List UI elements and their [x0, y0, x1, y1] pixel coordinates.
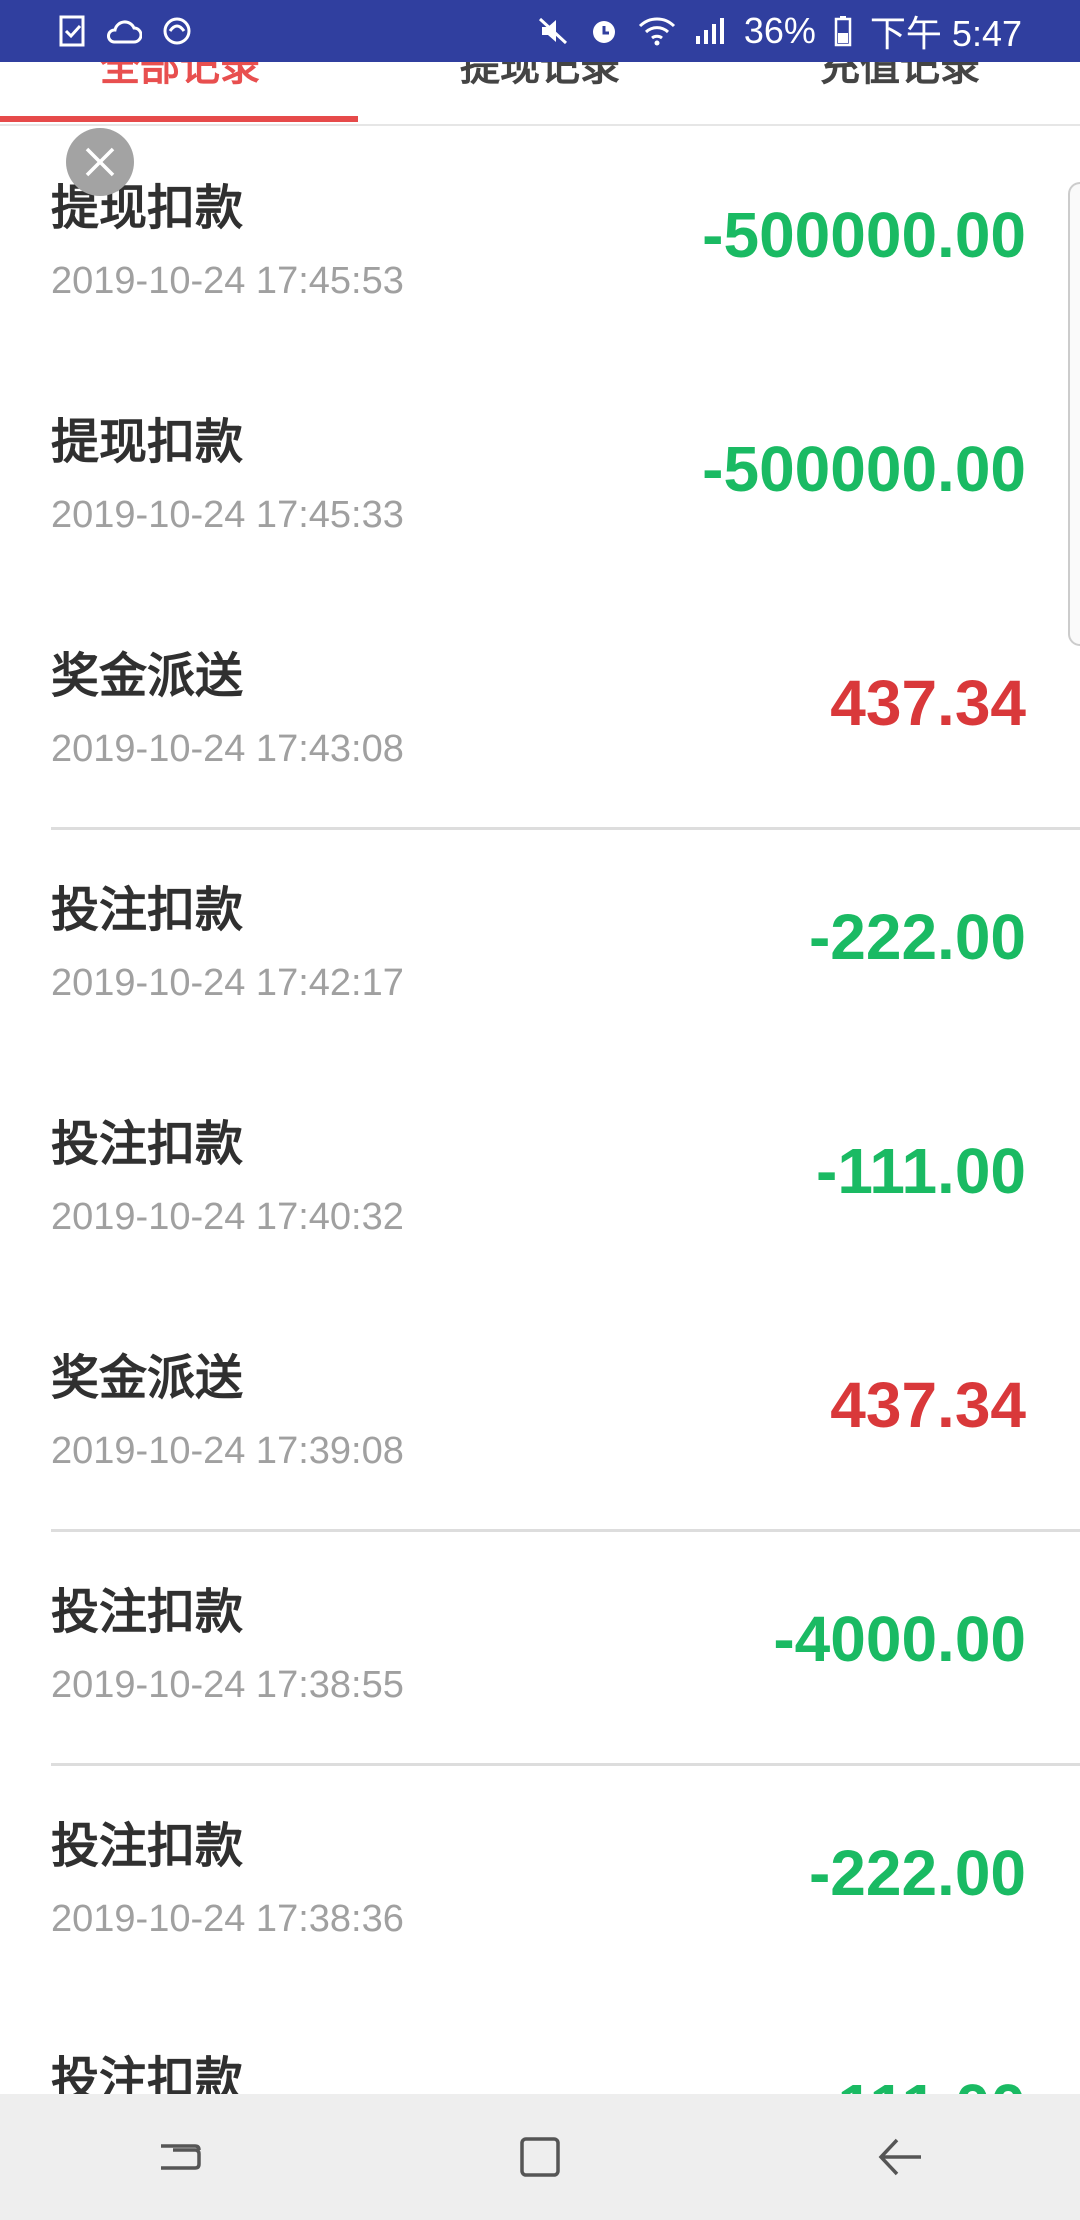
record-time: 2019-10-24 17:38:36 — [51, 1898, 404, 1940]
signal-icon — [694, 16, 726, 46]
record-row[interactable]: 投注扣款 -111.00 — [0, 2000, 1080, 2094]
record-amount: -500000.00 — [702, 199, 1026, 271]
record-amount: -500000.00 — [702, 433, 1026, 505]
record-title: 奖金派送 — [51, 1350, 244, 1406]
weather-icon — [106, 16, 142, 46]
record-row[interactable]: 投注扣款 2019-10-24 17:40:32 -111.00 — [0, 1064, 1080, 1298]
record-time: 2019-10-24 17:45:53 — [51, 260, 404, 302]
wifi-icon — [638, 16, 676, 46]
navigation-bar — [0, 2094, 1080, 2220]
tab-withdraw-records[interactable]: 提现记录 — [360, 62, 720, 96]
record-amount: 437.34 — [830, 1369, 1026, 1441]
recent-apps-button[interactable] — [120, 2107, 240, 2207]
app-notification-icon — [160, 14, 194, 48]
mute-icon — [538, 15, 570, 47]
record-row[interactable]: 奖金派送 2019-10-24 17:43:08 437.34 — [0, 596, 1080, 830]
record-row[interactable]: 投注扣款 2019-10-24 17:42:17 -222.00 — [0, 830, 1080, 1064]
record-row[interactable]: 提现扣款 2019-10-24 17:45:33 -500000.00 — [0, 362, 1080, 596]
record-amount: 437.34 — [830, 667, 1026, 739]
status-bar-right: 36% 下午 5:47 — [538, 5, 1022, 57]
status-bar-left — [58, 14, 194, 48]
home-icon — [520, 2137, 560, 2177]
back-button[interactable] — [840, 2107, 960, 2207]
scroll-indicator[interactable] — [1068, 182, 1080, 646]
record-title: 投注扣款 — [51, 2052, 244, 2094]
record-row[interactable]: 投注扣款 2019-10-24 17:38:36 -222.00 — [0, 1766, 1080, 2000]
close-icon — [85, 147, 115, 177]
record-title: 投注扣款 — [51, 1584, 244, 1640]
close-button[interactable] — [66, 128, 134, 196]
record-row[interactable]: 提现扣款 2019-10-24 17:45:53 -500000.00 — [0, 128, 1080, 362]
recent-apps-icon — [161, 2144, 201, 2170]
record-amount: -4000.00 — [773, 1603, 1026, 1675]
record-title: 投注扣款 — [51, 882, 244, 938]
record-tabs: 全部记录 提现记录 充值记录 — [0, 62, 1080, 126]
alarm-icon — [588, 15, 620, 47]
record-row[interactable]: 奖金派送 2019-10-24 17:39:08 437.34 — [0, 1298, 1080, 1532]
record-title: 投注扣款 — [51, 1818, 244, 1874]
record-title: 奖金派送 — [51, 648, 244, 704]
record-title: 投注扣款 — [51, 1116, 244, 1172]
record-time: 2019-10-24 17:38:55 — [51, 1664, 404, 1706]
record-row[interactable]: 投注扣款 2019-10-24 17:38:55 -4000.00 — [0, 1532, 1080, 1766]
home-button[interactable] — [480, 2107, 600, 2207]
tab-active-indicator — [0, 116, 358, 122]
record-amount: -111.00 — [816, 2070, 1026, 2094]
tab-all-records[interactable]: 全部记录 — [0, 62, 360, 96]
record-amount: -222.00 — [808, 901, 1026, 973]
record-amount: -222.00 — [808, 1837, 1026, 1909]
record-time: 2019-10-24 17:40:32 — [51, 1196, 404, 1238]
record-time: 2019-10-24 17:45:33 — [51, 494, 404, 536]
battery-percentage: 36% — [743, 10, 816, 51]
tab-recharge-records[interactable]: 充值记录 — [720, 62, 1080, 96]
checklist-icon — [58, 14, 88, 48]
back-icon — [878, 2138, 921, 2176]
record-list[interactable]: 提现扣款 2019-10-24 17:45:53 -500000.00 提现扣款… — [0, 128, 1080, 2094]
record-title: 提现扣款 — [51, 414, 244, 470]
record-amount: -111.00 — [816, 1135, 1026, 1207]
record-time: 2019-10-24 17:43:08 — [51, 728, 404, 770]
status-time: 下午 5:47 — [869, 13, 1022, 54]
record-time: 2019-10-24 17:39:08 — [51, 1430, 404, 1472]
record-time: 2019-10-24 17:42:17 — [51, 962, 404, 1004]
battery-icon — [834, 15, 852, 47]
status-bar: 36% 下午 5:47 — [0, 0, 1080, 62]
